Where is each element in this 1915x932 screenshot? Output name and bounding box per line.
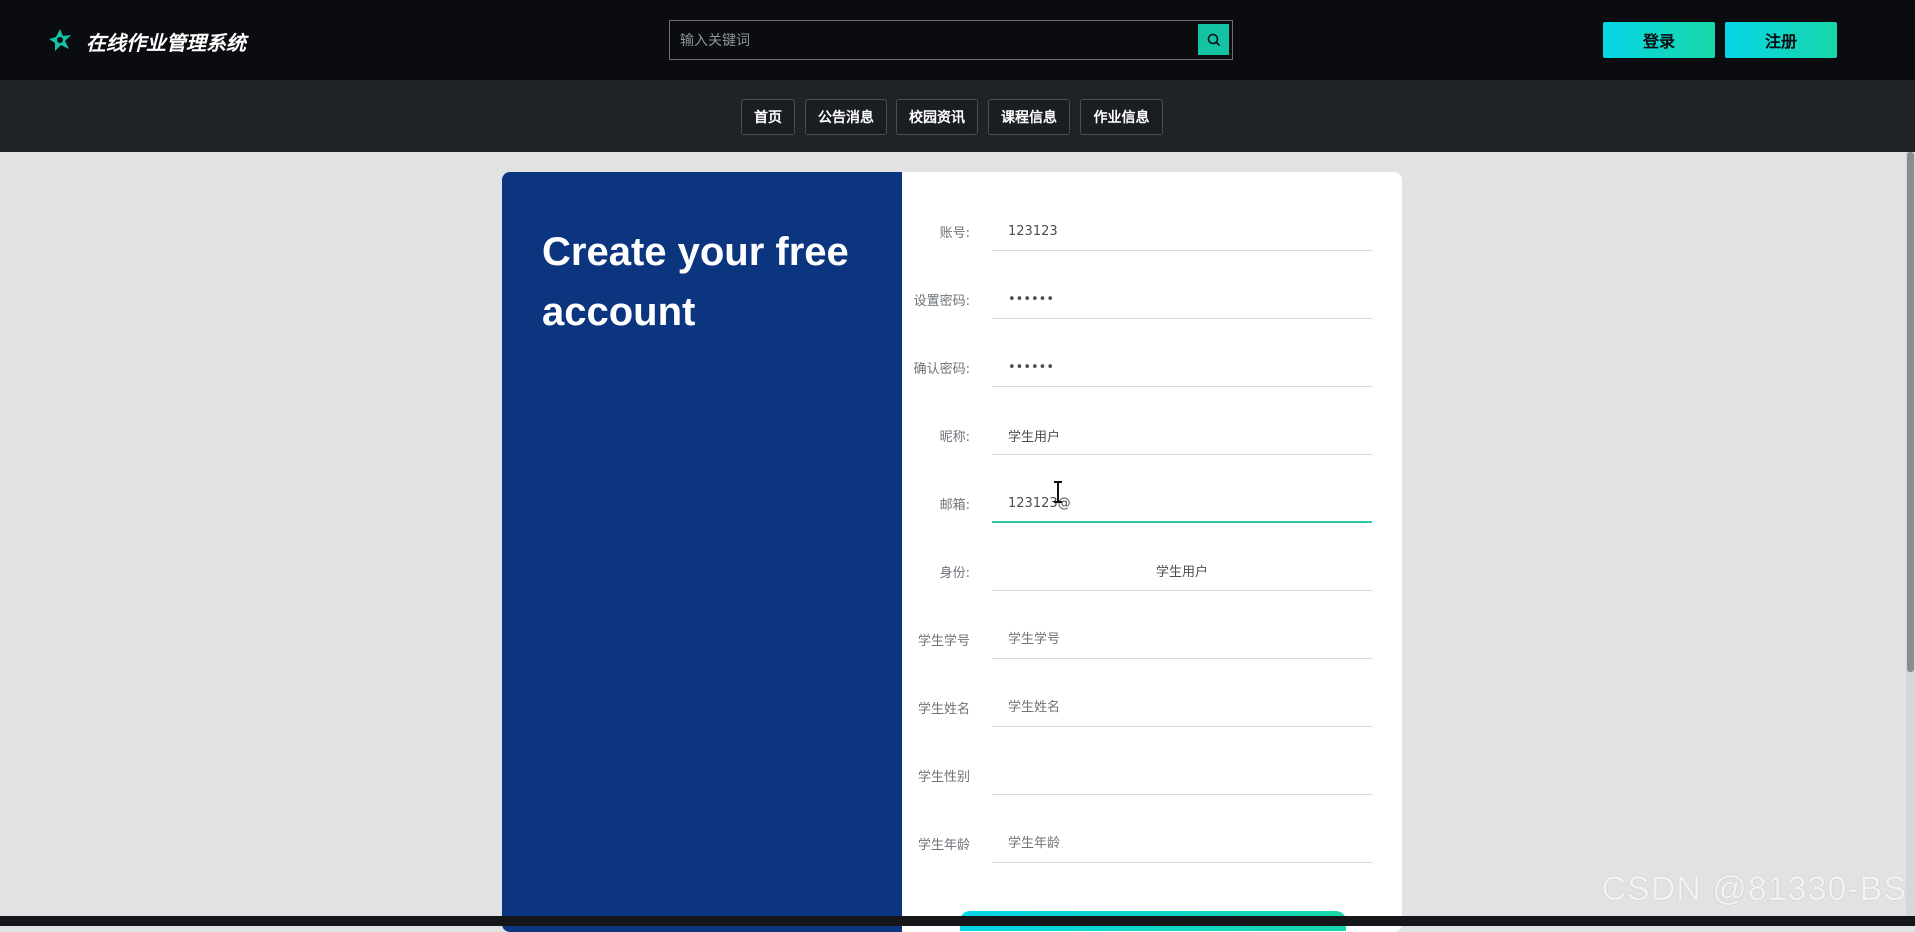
card-heading: Create your free account — [542, 230, 849, 334]
form-row-student-name: 学生姓名 — [902, 671, 1382, 739]
search-button[interactable] — [1198, 24, 1229, 55]
nav-item-campus-news[interactable]: 校园资讯 — [896, 99, 978, 135]
login-button[interactable]: 登录 — [1603, 22, 1715, 58]
email-field-line — [992, 479, 1372, 523]
student-age-label: 学生年龄 — [917, 838, 970, 853]
register-card: Create your free account 账号: 设置密码: 确认密码:… — [502, 172, 1402, 932]
form-row-student-id: 学生学号 — [902, 603, 1382, 671]
text-cursor-icon — [1054, 481, 1062, 503]
form-row-password: 设置密码: — [902, 263, 1382, 331]
student-name-label: 学生姓名 — [917, 702, 970, 717]
confirm-password-label: 确认密码: — [913, 362, 970, 377]
search-box — [669, 20, 1233, 60]
form-row-account: 账号: — [902, 195, 1382, 263]
student-gender-select[interactable] — [992, 751, 1372, 795]
student-gender-label: 学生性别 — [917, 770, 970, 785]
email-label: 邮箱: — [939, 498, 970, 513]
student-name-field-line — [992, 683, 1372, 727]
nav-bar: 首页 公告消息 校园资讯 课程信息 作业信息 — [0, 80, 1915, 152]
form-row-student-age: 学生年龄 — [902, 807, 1382, 875]
page-scrollbar[interactable] — [1906, 152, 1915, 926]
nickname-label: 昵称: — [939, 430, 970, 445]
bottom-bar — [0, 916, 1915, 926]
account-field-line — [992, 207, 1372, 251]
app-title: 在线作业管理系统 — [86, 31, 246, 55]
student-id-label: 学生学号 — [917, 634, 970, 649]
card-left-panel: Create your free account — [502, 172, 902, 932]
confirm-password-input[interactable] — [1006, 355, 1360, 379]
role-select[interactable]: 学生用户 — [992, 547, 1372, 591]
nav-item-notice[interactable]: 公告消息 — [805, 99, 887, 135]
role-label: 身份: — [939, 566, 970, 581]
password-field-line — [992, 275, 1372, 319]
student-id-input[interactable] — [1006, 627, 1360, 651]
logo-icon — [49, 29, 71, 51]
account-label: 账号: — [939, 226, 970, 241]
register-button[interactable]: 注册 — [1725, 22, 1837, 58]
password-label: 设置密码: — [913, 294, 970, 309]
nickname-input[interactable] — [1006, 423, 1360, 447]
password-input[interactable] — [1006, 287, 1360, 311]
form-row-confirm-password: 确认密码: — [902, 331, 1382, 399]
top-bar: 在线作业管理系统 登录 注册 — [0, 0, 1915, 80]
student-age-field-line — [992, 819, 1372, 863]
form-row-nickname: 昵称: — [902, 399, 1382, 467]
student-id-field-line — [992, 615, 1372, 659]
form-row-role: 身份: 学生用户 — [902, 535, 1382, 603]
nav-item-home[interactable]: 首页 — [741, 99, 795, 135]
form-row-student-gender: 学生性别 — [902, 739, 1382, 807]
account-input[interactable] — [1006, 219, 1360, 243]
confirm-password-field-line — [992, 343, 1372, 387]
search-icon — [1207, 33, 1220, 46]
role-selected-value: 学生用户 — [1155, 565, 1208, 580]
nav-item-courses[interactable]: 课程信息 — [988, 99, 1070, 135]
nav-item-homework[interactable]: 作业信息 — [1080, 99, 1163, 135]
search-input[interactable] — [678, 27, 1182, 55]
student-name-input[interactable] — [1006, 695, 1360, 719]
student-age-input[interactable] — [1006, 831, 1360, 855]
watermark: CSDN @81330-BS — [1601, 870, 1907, 908]
form-row-email: 邮箱: — [902, 467, 1382, 535]
nickname-field-line — [992, 411, 1372, 455]
scrollbar-thumb[interactable] — [1907, 152, 1914, 672]
